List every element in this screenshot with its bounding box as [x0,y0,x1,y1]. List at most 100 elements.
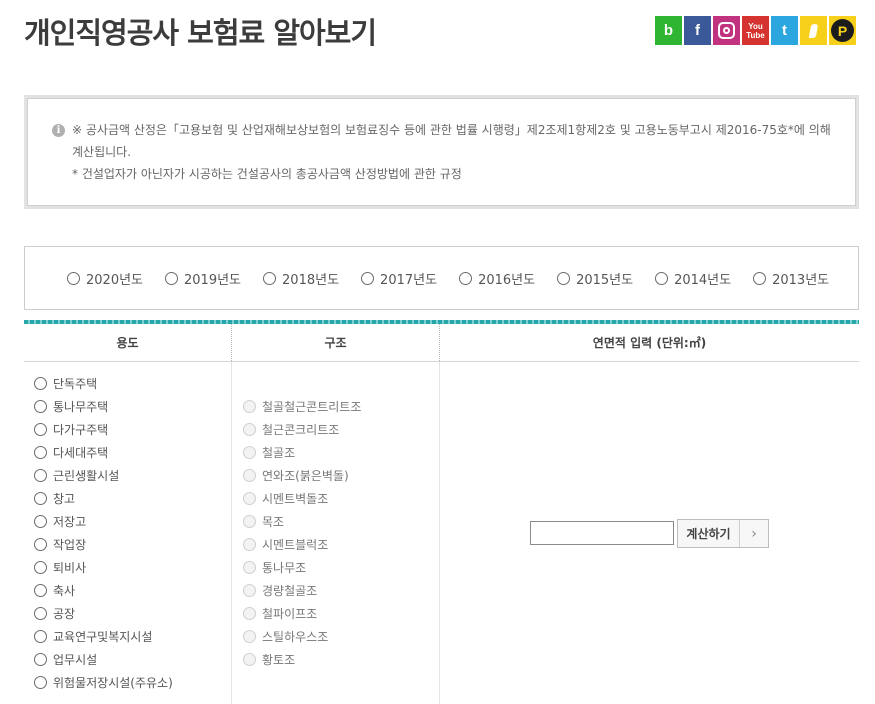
radio-button[interactable] [34,446,47,459]
radio-button-disabled [243,515,256,528]
year-label: 2015년도 [576,272,634,288]
structure-label: 시멘트벽돌조 [262,492,329,506]
usage-label: 작업장 [53,538,87,552]
structure-label: 철파이프조 [262,607,318,621]
kakaopage-icon: P [831,19,854,42]
year-selector: 2020년도 2019년도 2018년도 2017년도 2016년도 2015년… [24,246,859,310]
year-option[interactable]: 2020년도 [67,269,143,288]
area-input[interactable] [530,521,674,545]
usage-label: 교육연구및복지시설 [53,630,153,644]
year-option[interactable]: 2017년도 [361,269,437,288]
kakaopage-share-button[interactable]: P [829,16,856,45]
radio-button[interactable] [165,271,179,285]
calculate-button[interactable]: 계산하기 › [677,519,769,548]
usage-label: 단독주택 [53,377,98,391]
instagram-icon [718,22,735,39]
year-label: 2020년도 [86,272,144,288]
structure-option: 철파이프조 [243,602,439,625]
structure-label: 철골철근콘트리트조 [262,400,362,414]
radio-button[interactable] [34,400,47,413]
twitter-icon: t [782,22,787,39]
instagram-share-button[interactable] [713,16,740,45]
structure-label: 통나무조 [262,561,307,575]
structure-label: 경량철골조 [262,584,318,598]
radio-button[interactable] [655,271,669,285]
youtube-share-button[interactable]: You Tube [742,16,769,45]
usage-label: 축사 [53,584,76,598]
radio-button[interactable] [34,469,47,482]
year-option[interactable]: 2014년도 [655,269,731,288]
year-option[interactable]: 2016년도 [459,269,535,288]
header-structure: 구조 [232,324,440,361]
radio-button-disabled [243,492,256,505]
notice-line-2: 계산됩니다. [72,145,132,159]
radio-button-disabled [243,446,256,459]
notice-box: i ※ 공사금액 산정은「고용보험 및 산업재해보상보험의 보험료징수 등에 관… [24,95,859,209]
youtube-icon-top: You [748,21,763,31]
radio-button[interactable] [34,584,47,597]
usage-label: 다가구주택 [53,423,109,437]
year-option[interactable]: 2013년도 [753,269,829,288]
radio-button-disabled [243,653,256,666]
usage-option[interactable]: 작업장 [34,533,231,556]
usage-option[interactable]: 다가구주택 [34,418,231,441]
usage-option[interactable]: 저장고 [34,510,231,533]
usage-option[interactable]: 퇴비사 [34,556,231,579]
twitter-share-button[interactable]: t [771,16,798,45]
usage-option[interactable]: 창고 [34,487,231,510]
radio-button[interactable] [34,607,47,620]
band-share-button[interactable]: b [655,16,682,45]
structure-option: 연와조(붉은벽돌) [243,464,439,487]
structure-option: 철골철근콘트리트조 [243,395,439,418]
structure-label: 스틸하우스조 [262,630,329,644]
year-label: 2014년도 [674,272,732,288]
structure-label: 시멘트블럭조 [262,538,329,552]
usage-option[interactable]: 공장 [34,602,231,625]
usage-option[interactable]: 업무시설 [34,648,231,671]
usage-options-column: 단독주택 통나무주택 다가구주택 다세대주택 근린생활시설 창고 저장고 작업장… [24,362,232,704]
usage-label: 저장고 [53,515,87,529]
radio-button[interactable] [753,271,767,285]
facebook-share-button[interactable]: f [684,16,711,45]
band-icon: b [663,22,674,39]
kakaostory-share-button[interactable] [800,16,827,45]
radio-button[interactable] [34,653,47,666]
usage-option[interactable]: 축사 [34,579,231,602]
radio-button[interactable] [34,377,47,390]
radio-button[interactable] [34,538,47,551]
radio-button[interactable] [361,271,375,285]
radio-button[interactable] [34,630,47,643]
year-option[interactable]: 2015년도 [557,269,633,288]
structure-label: 목조 [262,515,285,529]
notice-line-1: ※ 공사금액 산정은「고용보험 및 산업재해보상보험의 보험료징수 등에 관한 … [72,123,831,137]
radio-button[interactable] [557,271,571,285]
usage-label: 통나무주택 [53,400,109,414]
radio-button[interactable] [34,423,47,436]
table-header: 용도 구조 연면적 입력 (단위:㎡) [24,324,859,362]
radio-button[interactable] [34,676,47,689]
radio-button[interactable] [263,271,277,285]
radio-button[interactable] [459,271,473,285]
radio-button[interactable] [34,515,47,528]
structure-option: 목조 [243,510,439,533]
usage-option[interactable]: 다세대주택 [34,441,231,464]
radio-button-disabled [243,400,256,413]
year-label: 2018년도 [282,272,340,288]
usage-option[interactable]: 통나무주택 [34,395,231,418]
sns-share-bar: b f You Tube t P [655,16,856,45]
structure-options-column: 철골철근콘트리트조 철근콘크리트조 철골조 연와조(붉은벽돌) 시멘트벽돌조 목… [232,362,440,704]
usage-option[interactable]: 단독주택 [34,372,231,395]
structure-option: 황토조 [243,648,439,671]
structure-label: 철근콘크리트조 [262,423,340,437]
usage-option[interactable]: 근린생활시설 [34,464,231,487]
radio-button[interactable] [67,271,80,285]
usage-option[interactable]: 위험물저장시설(주유소) [34,671,231,694]
usage-label: 퇴비사 [53,561,87,575]
structure-option: 시멘트벽돌조 [243,487,439,510]
radio-button[interactable] [34,561,47,574]
usage-option[interactable]: 교육연구및복지시설 [34,625,231,648]
year-option[interactable]: 2019년도 [165,269,241,288]
radio-button[interactable] [34,492,47,505]
calculate-button-label: 계산하기 [678,520,740,547]
year-option[interactable]: 2018년도 [263,269,339,288]
